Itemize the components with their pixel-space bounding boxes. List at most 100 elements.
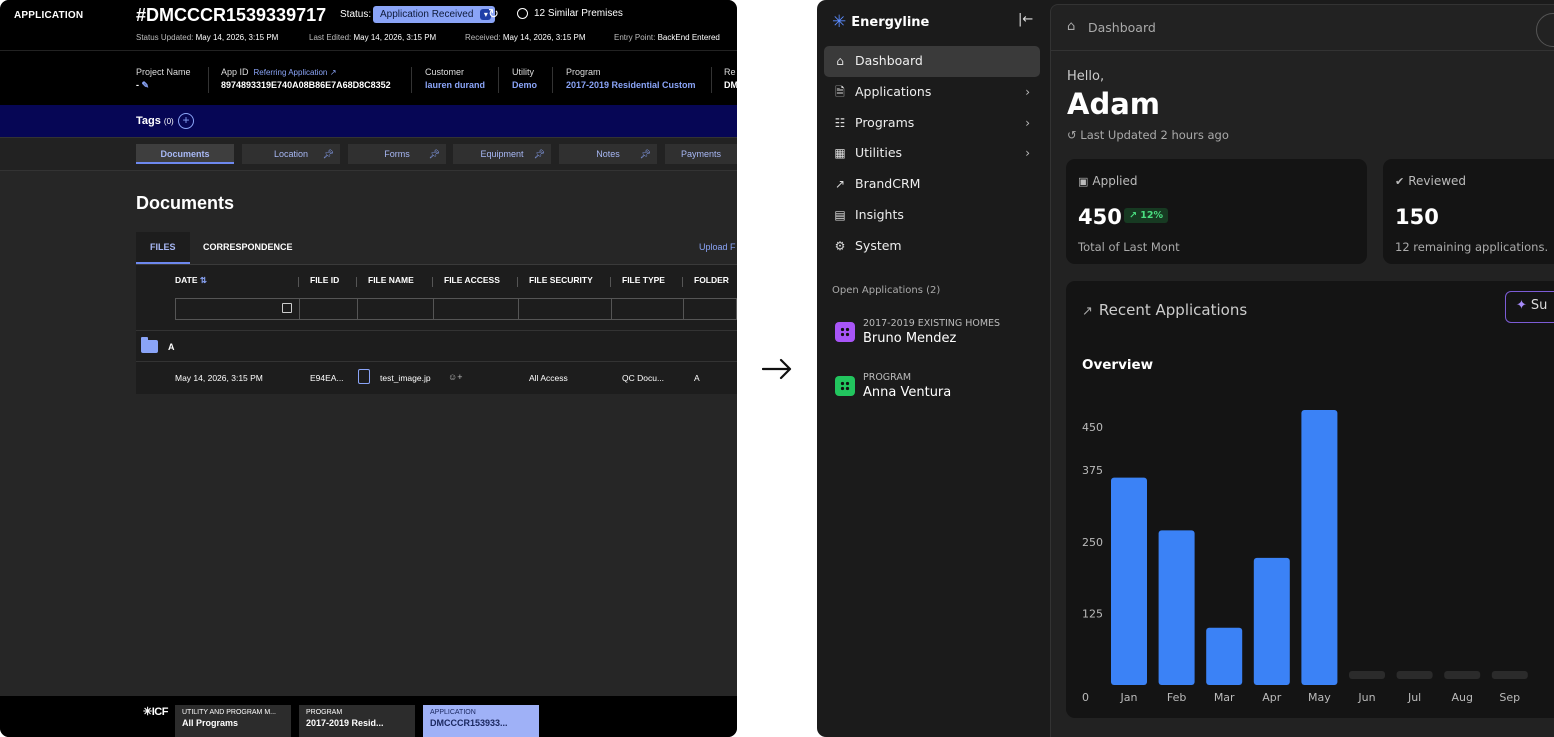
tab-forms[interactable]: Forms 📌︎ [348, 144, 446, 164]
program-link[interactable]: 2017-2019 Residential Custom [566, 80, 696, 90]
referring-application-link[interactable]: Referring Application [254, 68, 328, 77]
tab-equipment[interactable]: Equipment 📌︎ [453, 144, 551, 164]
application-badge-icon [835, 322, 855, 342]
file-access-filter-input[interactable] [433, 299, 518, 319]
tab-files[interactable]: FILES [136, 232, 190, 264]
pin-icon[interactable]: 📌︎ [323, 144, 334, 164]
file-id-filter-input[interactable] [299, 299, 357, 319]
history-icon: ↺ [1067, 128, 1077, 142]
x-tick-label: Jan [1120, 691, 1138, 704]
applied-card[interactable]: ▣ Applied 450 ↗ 12% Total of Last Mont [1066, 159, 1367, 264]
overview-bar-chart: 0 125 250 375 450 Jan Feb Mar Apr May Jun Jul Aug Sep [1082, 410, 1528, 704]
bar-jun[interactable] [1349, 671, 1385, 679]
sidebar-item-brandcrm[interactable]: ↗ BrandCRM [824, 169, 1040, 200]
sidebar-item-dashboard[interactable]: ⌂ Dashboard [824, 46, 1040, 77]
breadcrumb[interactable]: Dashboard [1088, 20, 1156, 35]
sidebar-item-insights[interactable]: ▤ Insights [824, 200, 1040, 231]
tab-correspondence[interactable]: CORRESPONDENCE [189, 232, 307, 264]
file-name-filter-input[interactable] [357, 299, 433, 319]
collapse-sidebar-icon[interactable]: |← [1018, 12, 1033, 27]
grid-icon: ☷ [834, 115, 846, 130]
pin-icon[interactable]: 📌︎ [534, 144, 545, 164]
trend-badge: ↗ 12% [1124, 208, 1169, 223]
bar-apr[interactable] [1253, 557, 1290, 685]
sort-icon[interactable]: ⇅ [200, 275, 207, 285]
edit-icon[interactable]: ✎ [142, 80, 150, 90]
bar-jan[interactable] [1111, 477, 1147, 685]
column-header-file-security[interactable]: FILE SECURITY [529, 275, 593, 285]
column-header-file-type[interactable]: FILE TYPE [622, 275, 665, 285]
report-icon: ▤ [834, 207, 846, 222]
breadcrumb-application[interactable]: APPLICATION DMCCCR153933... [423, 705, 539, 737]
sidebar-item-applications[interactable]: 🗎︎ Applications › [824, 77, 1040, 108]
tab-documents[interactable]: Documents [136, 144, 234, 164]
row-file-type: QC Docu... [622, 373, 665, 383]
program-field: Program 2017-2019 Residential Custom [566, 67, 696, 90]
similar-premises-link[interactable]: 12 Similar Premises [534, 8, 623, 19]
column-header-file-name[interactable]: FILE NAME [368, 275, 414, 285]
bar-jul[interactable] [1396, 671, 1433, 679]
trend-icon: ↗ [834, 177, 846, 192]
sidebar-item-system[interactable]: ⚙ System [824, 231, 1040, 262]
folder-group-row[interactable]: A [136, 330, 737, 362]
upload-link[interactable]: Upload F [699, 242, 736, 252]
x-tick-label: Jun [1357, 691, 1375, 704]
home-icon[interactable]: ⌂ [1067, 19, 1075, 34]
sidebar-nav: ⌂ Dashboard 🗎︎ Applications › ☷ Programs › ▦ U… [824, 46, 1040, 262]
bar-mar[interactable] [1206, 627, 1243, 685]
row-folder: A [694, 373, 700, 383]
meta-last-edited: Last Edited: May 14, 2026, 3:15 PM [309, 33, 437, 42]
column-header-date[interactable]: DATE ⇅ [175, 275, 207, 286]
tab-payments[interactable]: Payments [665, 144, 737, 164]
globe-icon [517, 8, 528, 19]
refresh-icon[interactable]: ↻ [488, 7, 499, 20]
bar-feb[interactable] [1158, 530, 1195, 685]
bar-may[interactable] [1301, 410, 1338, 685]
status-dropdown[interactable]: Application Received ▾ [373, 6, 496, 23]
pin-icon[interactable]: 📌︎ [429, 144, 440, 164]
reviewed-card[interactable]: ✔ Reviewed 150 12 remaining applications. [1383, 159, 1554, 264]
breadcrumb-utility[interactable]: UTILITY AND PROGRAM M... All Programs [175, 705, 291, 737]
folder-filter-input[interactable] [683, 299, 737, 319]
status-label: Status: [340, 9, 372, 20]
program-badge-icon [835, 376, 855, 396]
breadcrumb-footer: ✳ICF UTILITY AND PROGRAM M... All Progra… [0, 696, 737, 737]
breadcrumb-program[interactable]: PROGRAM 2017-2019 Resid... [299, 705, 415, 737]
calendar-icon[interactable] [282, 303, 292, 313]
row-file-name[interactable]: test_image.jp [380, 373, 431, 383]
x-tick-label: Jul [1407, 691, 1421, 704]
column-header-file-access[interactable]: FILE ACCESS [444, 275, 500, 285]
date-filter-input[interactable] [176, 299, 299, 319]
tab-notes[interactable]: Notes 📌︎ [559, 144, 657, 164]
section-label: APPLICATION [14, 10, 84, 21]
sidebar-item-programs[interactable]: ☷ Programs › [824, 108, 1040, 139]
avatar[interactable] [1536, 13, 1554, 47]
dashboard-main: ⌂ Dashboard Hello, Adam ↺ Last Updated 2… [1050, 4, 1554, 737]
energyline-dashboard-window: ✳ Energyline |← ⌂ Dashboard 🗎︎ Applications… [817, 0, 1554, 737]
utility-link[interactable]: Demo [512, 80, 537, 90]
sunburst-icon: ✳ [143, 706, 152, 718]
brand-logo: ✳ Energyline [832, 12, 930, 32]
row-file-id: E94EA... [310, 373, 344, 383]
pin-icon[interactable]: 📌︎ [640, 144, 651, 164]
recent-applications-card: ↗ Recent Applications ✦ Su Overview 0 125 25… [1066, 281, 1554, 718]
application-header: APPLICATION #DMCCCR1539339717 Status: Ap… [0, 0, 737, 50]
customer-link[interactable]: lauren durand [425, 80, 485, 90]
column-header-folder[interactable]: FOLDER [694, 275, 729, 285]
sidebar-item-utilities[interactable]: ▦ Utilities › [824, 138, 1040, 169]
y-tick-label: 250 [1082, 536, 1103, 549]
bar-aug[interactable] [1444, 671, 1481, 679]
share-access-icon[interactable]: ☺+ [448, 372, 462, 382]
page-title: Documents [136, 193, 235, 213]
column-header-file-id[interactable]: FILE ID [310, 275, 339, 285]
tab-location[interactable]: Location 📌︎ [242, 144, 340, 164]
file-type-filter-input[interactable] [611, 299, 683, 319]
legacy-application-window: APPLICATION #DMCCCR1539339717 Status: Ap… [0, 0, 737, 737]
file-security-filter-input[interactable] [518, 299, 611, 319]
bar-sep[interactable] [1491, 671, 1528, 679]
reviewed-count: 150 [1395, 205, 1439, 229]
x-tick-label: Sep [1499, 691, 1520, 704]
add-tag-button[interactable]: + [178, 113, 194, 129]
image-file-icon [358, 369, 370, 384]
check-circle-icon: ✔ [1395, 175, 1405, 188]
